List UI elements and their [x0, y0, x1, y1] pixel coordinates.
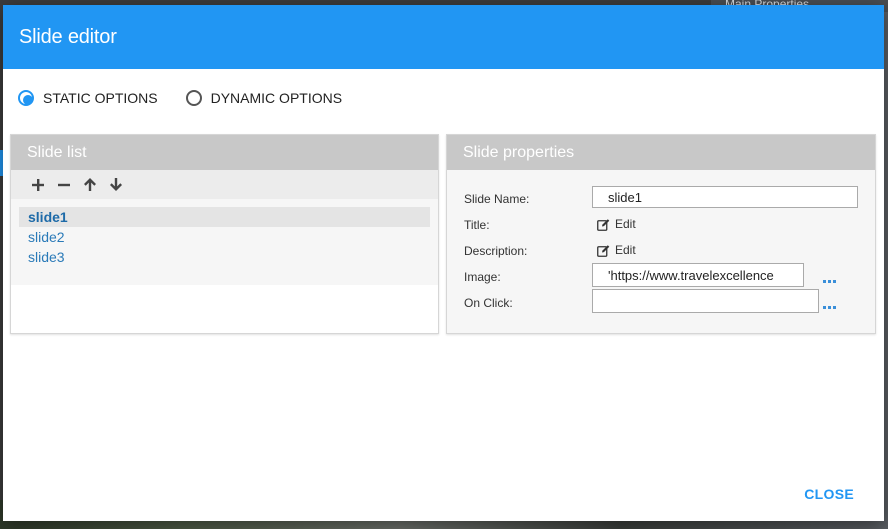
onclick-browse-button[interactable]	[823, 297, 837, 315]
edit-icon	[597, 218, 610, 231]
radio-checked-icon	[18, 90, 34, 106]
minus-icon	[58, 183, 70, 186]
slide-list: slide1 slide2 slide3	[11, 199, 438, 285]
remove-slide-button[interactable]	[51, 174, 77, 196]
move-slide-up-button[interactable]	[77, 174, 103, 196]
arrow-up-icon	[84, 178, 96, 191]
edit-title-link[interactable]: Edit	[597, 217, 636, 231]
list-item-slide1[interactable]: slide1	[19, 207, 430, 227]
image-url-input[interactable]: 'https://www.travelexcellence	[592, 263, 804, 287]
edit-description-label: Edit	[615, 243, 636, 257]
list-item-slide2[interactable]: slide2	[19, 227, 430, 247]
close-button[interactable]: CLOSE	[804, 486, 854, 502]
slide-name-label: Slide Name:	[464, 192, 530, 206]
ellipsis-icon	[823, 280, 836, 283]
static-options-label: STATIC OPTIONS	[43, 90, 158, 106]
options-radio-group: STATIC OPTIONS DYNAMIC OPTIONS	[18, 90, 370, 106]
ellipsis-icon	[823, 306, 836, 309]
image-label: Image:	[464, 270, 501, 284]
slide-list-title: Slide list	[11, 135, 438, 170]
slide-properties-panel: Slide properties Slide Name: slide1 Titl…	[446, 134, 876, 334]
edit-description-link[interactable]: Edit	[597, 243, 636, 257]
slide-list-panel: Slide list slide1 slide2 slide3	[10, 134, 439, 334]
description-label: Description:	[464, 244, 528, 258]
move-slide-down-button[interactable]	[103, 174, 129, 196]
slide-editor-dialog: Slide editor STATIC OPTIONS DYNAMIC OPTI…	[3, 5, 884, 521]
dialog-title: Slide editor	[19, 25, 117, 48]
dynamic-options-label: DYNAMIC OPTIONS	[210, 90, 343, 106]
slide-list-toolbar	[11, 170, 438, 199]
edit-icon	[597, 244, 610, 257]
arrow-down-icon	[110, 178, 122, 191]
onclick-input[interactable]	[592, 289, 819, 313]
static-options-radio[interactable]: STATIC OPTIONS	[18, 90, 158, 106]
edit-title-label: Edit	[615, 217, 636, 231]
dialog-header: Slide editor	[3, 5, 884, 69]
radio-unchecked-icon	[185, 90, 202, 106]
plus-icon	[32, 178, 44, 191]
image-browse-button[interactable]	[823, 271, 837, 289]
slide-properties-form: Slide Name: slide1 Title: Edit Descripti…	[447, 170, 875, 333]
list-item-slide3[interactable]: slide3	[19, 247, 430, 267]
slide-properties-title: Slide properties	[447, 135, 875, 170]
dynamic-options-radio[interactable]: DYNAMIC OPTIONS	[185, 90, 343, 106]
slide-name-input[interactable]: slide1	[592, 186, 858, 208]
title-label: Title:	[464, 218, 490, 232]
onclick-label: On Click:	[464, 296, 513, 310]
add-slide-button[interactable]	[25, 174, 51, 196]
